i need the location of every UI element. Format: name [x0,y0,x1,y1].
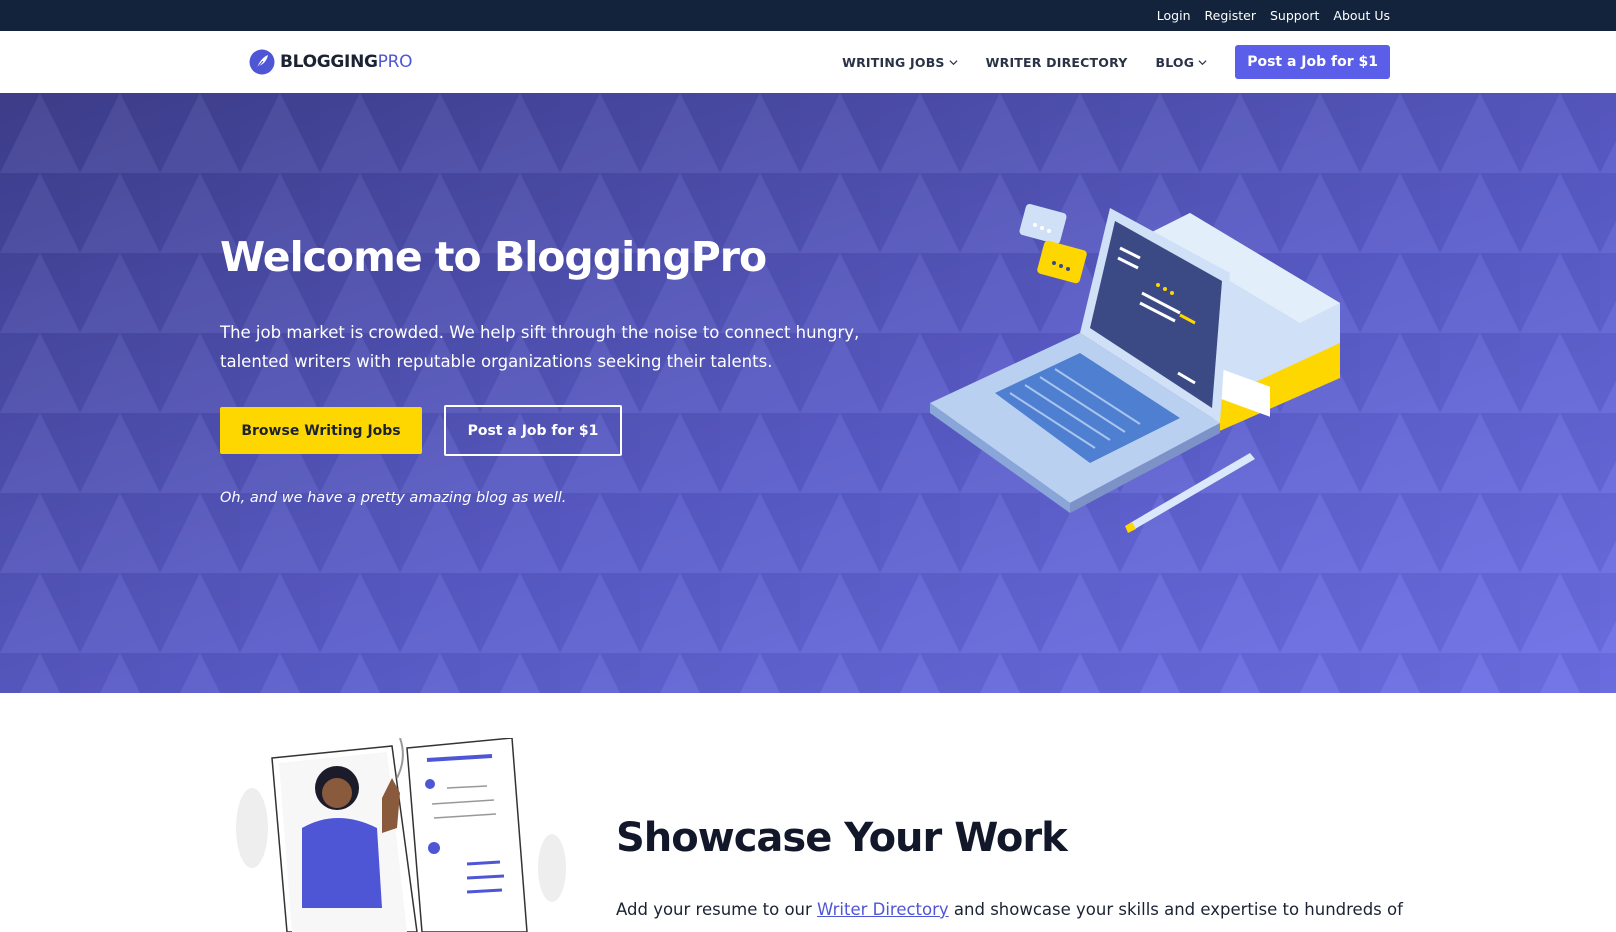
post-job-header-button[interactable]: Post a Job for $1 [1235,45,1390,79]
nav-blog[interactable]: BLOG [1155,55,1207,70]
chevron-down-icon [949,59,958,65]
writer-directory-link[interactable]: Writer Directory [817,900,949,919]
main-nav: WRITING JOBS WRITER DIRECTORY BLOG Post … [842,45,1390,79]
nav-writing-jobs-label: WRITING JOBS [842,54,945,70]
nav-writer-directory[interactable]: WRITER DIRECTORY [986,55,1128,70]
support-link[interactable]: Support [1270,8,1319,23]
login-link[interactable]: Login [1157,8,1191,23]
chevron-down-icon [1198,59,1207,65]
post-job-hero-button[interactable]: Post a Job for $1 [444,405,622,456]
utility-links: Login Register Support About Us [1157,0,1390,31]
hero-subtitle: The job market is crowded. We help sift … [220,323,860,371]
feather-logo-icon [249,49,275,75]
logo-main-text: BLOGGING [280,52,378,72]
site-logo[interactable]: BLOGGINGPRO [249,48,412,76]
hero-blog-note[interactable]: Oh, and we have a pretty amazing blog as… [220,490,566,506]
hero-section: Welcome to BloggingPro The job market is… [0,93,1616,693]
nav-blog-label: BLOG [1155,54,1195,70]
showcase-title: Showcase Your Work [616,815,1068,861]
hero-title: Welcome to BloggingPro [220,233,767,281]
register-link[interactable]: Register [1205,8,1256,23]
showcase-text-before: Add your resume to our [616,900,818,919]
browse-writing-jobs-button[interactable]: Browse Writing Jobs [220,407,422,454]
laptop-illustration [930,204,1340,533]
main-header: BLOGGINGPRO WRITING JOBS WRITER DIRECTOR… [0,31,1616,93]
nav-writer-directory-label: WRITER DIRECTORY [985,54,1128,70]
showcase-text: Add your resume to our Writer Directory … [616,900,1416,919]
about-us-link[interactable]: About Us [1333,8,1390,23]
top-utility-bar: Login Register Support About Us [0,0,1616,31]
logo-accent-text: PRO [377,52,413,72]
logo-wordmark: BLOGGINGPRO [280,52,412,72]
nav-writing-jobs[interactable]: WRITING JOBS [842,55,958,70]
showcase-text-after: and showcase your skills and expertise t… [948,900,1403,919]
resume-illustration [236,738,566,932]
